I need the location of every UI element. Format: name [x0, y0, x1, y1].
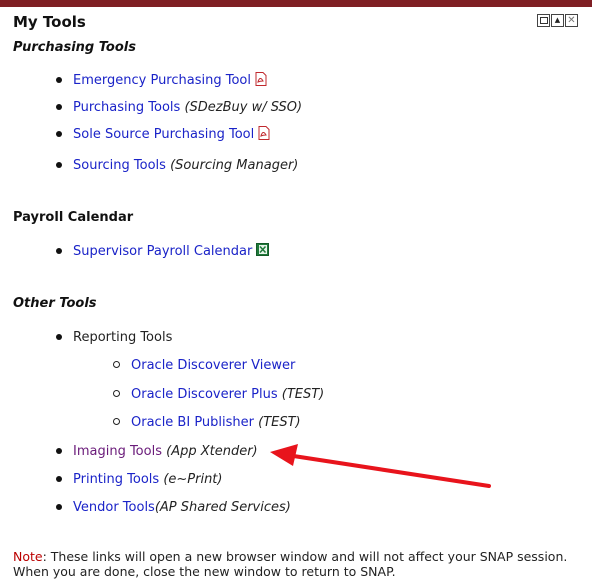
annotation-arrow	[270, 444, 491, 488]
arrow-head	[270, 444, 298, 466]
arrow-shaft	[285, 453, 491, 488]
note-text: : These links will open a new browser wi…	[13, 549, 568, 579]
note-label: Note	[13, 549, 43, 564]
footer-note: Note: These links will open a new browse…	[13, 549, 588, 579]
